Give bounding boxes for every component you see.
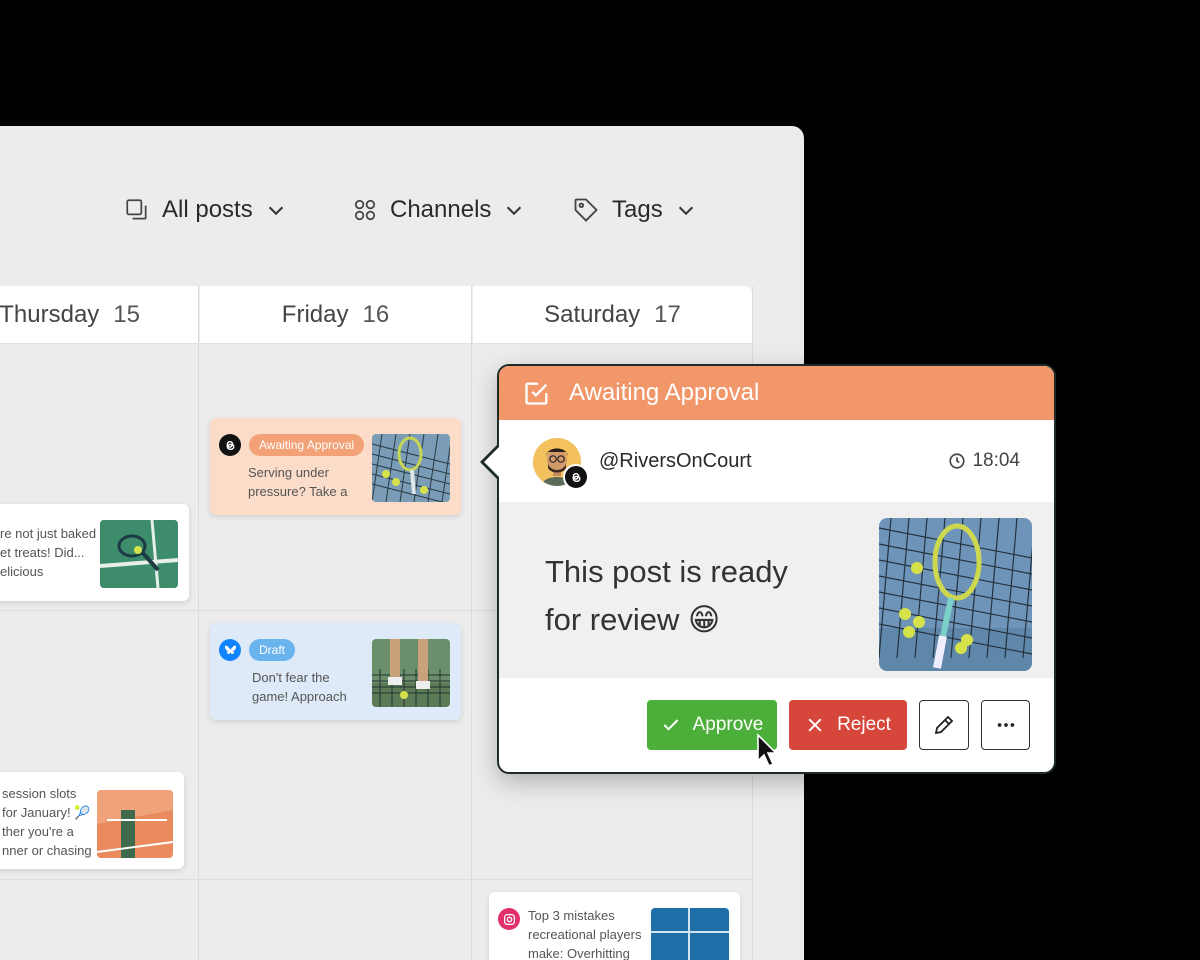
status-badge: Awaiting Approval: [249, 434, 365, 456]
day-number: 16: [362, 300, 390, 328]
time-value: 18:04: [972, 450, 1020, 471]
tags-filter[interactable]: Tags: [572, 188, 697, 232]
chevron-down-icon: [678, 206, 693, 216]
column-header-friday: Friday 16: [200, 286, 471, 344]
channels-label: Channels: [390, 196, 492, 223]
column-divider: [198, 286, 199, 960]
bluesky-icon: [219, 639, 241, 661]
filter-bar: All posts Channels Tags: [0, 188, 804, 232]
tags-label: Tags: [612, 196, 663, 223]
instagram-icon: [498, 908, 520, 930]
post-text-line: for January! 🎾: [2, 805, 91, 820]
more-options-button[interactable]: [981, 700, 1030, 750]
user-handle[interactable]: @RiversOnCourt: [599, 450, 752, 473]
check-icon: [663, 719, 678, 731]
threads-icon: [219, 434, 241, 456]
edit-button[interactable]: [919, 700, 969, 750]
mouse-cursor-icon: [757, 733, 778, 768]
column-header-thursday: Thursday 15: [0, 286, 198, 344]
post-text-line: et treats! Did...: [0, 545, 85, 560]
post-text-line: session slots: [2, 786, 77, 801]
post-thumbnail: [651, 908, 729, 960]
post-text-line: Top 3 mistakes: [528, 908, 615, 923]
post-text-line: ther you're a: [2, 824, 74, 839]
status-label: Awaiting Approval: [569, 379, 760, 406]
channels-filter[interactable]: Channels: [352, 188, 525, 232]
chevron-down-icon: [507, 206, 522, 216]
post-text-line: game! Approach: [252, 689, 347, 704]
post-text-line: pressure? Take a: [248, 484, 348, 499]
day-name: Friday: [281, 300, 349, 328]
popover-post-body: This post is ready for review 😁: [499, 502, 1054, 678]
reject-button[interactable]: Reject: [789, 700, 907, 750]
day-number: 17: [654, 300, 681, 328]
pencil-icon: [934, 715, 954, 735]
close-icon: [808, 718, 822, 732]
post-thumbnail: [97, 790, 173, 858]
approval-popover: Awaiting Approval @RiversOnCourt 18:04 T…: [480, 364, 1056, 774]
grid-dots-icon: [354, 199, 376, 221]
post-time: 18:04: [948, 450, 1020, 472]
column-header-saturday: Saturday 17: [473, 286, 752, 344]
clock-icon: [949, 453, 966, 469]
all-posts-filter[interactable]: All posts: [124, 188, 287, 232]
post-thumbnail: [372, 434, 450, 502]
approve-label: Approve: [692, 714, 764, 735]
post-text-line: make: Overhitting: [528, 946, 630, 960]
post-thumbnail: [372, 639, 450, 707]
column-divider: [471, 286, 472, 960]
popover-user-row: @RiversOnCourt 18:04: [499, 420, 1054, 502]
all-posts-label: All posts: [162, 196, 253, 223]
popover-arrow: [484, 446, 500, 478]
reject-label: Reject: [837, 714, 891, 735]
threads-icon: [563, 464, 589, 490]
post-text-line: recreational players: [528, 927, 642, 942]
post-text-line: for review 😁: [545, 602, 721, 637]
post-text: This post is ready for review 😁: [545, 548, 845, 644]
status-badge: Draft: [249, 639, 296, 661]
post-text-line: Don't fear the: [252, 670, 330, 685]
post-card[interactable]: Top 3 mistakes recreational players make…: [489, 892, 740, 960]
post-text-line: re not just baked: [0, 526, 97, 541]
ellipsis-icon: [997, 723, 1014, 727]
chevron-down-icon: [268, 206, 283, 216]
day-name: Thursday: [0, 300, 100, 328]
post-image: [879, 518, 1032, 671]
popover-status-header: Awaiting Approval: [499, 366, 1054, 420]
row-divider: [0, 879, 752, 880]
post-card-draft[interactable]: Draft Don't fear the game! Approach: [210, 623, 461, 720]
copy-icon: [126, 199, 147, 220]
post-card-awaiting[interactable]: Awaiting Approval Serving under pressure…: [210, 418, 461, 515]
post-card[interactable]: re not just baked et treats! Did... elic…: [0, 504, 189, 601]
day-number: 15: [113, 300, 140, 328]
post-text-line: Serving under: [248, 465, 329, 480]
post-card[interactable]: session slots for January! 🎾 ther you're…: [0, 772, 184, 869]
tag-icon: [574, 198, 598, 222]
post-text-line: This post is ready: [545, 554, 788, 589]
post-text-line: elicious: [0, 564, 44, 579]
day-name: Saturday: [544, 300, 641, 328]
checkbox-edit-icon: [525, 382, 548, 405]
post-text-line: nner or chasing: [2, 843, 92, 858]
post-thumbnail: [100, 520, 178, 588]
